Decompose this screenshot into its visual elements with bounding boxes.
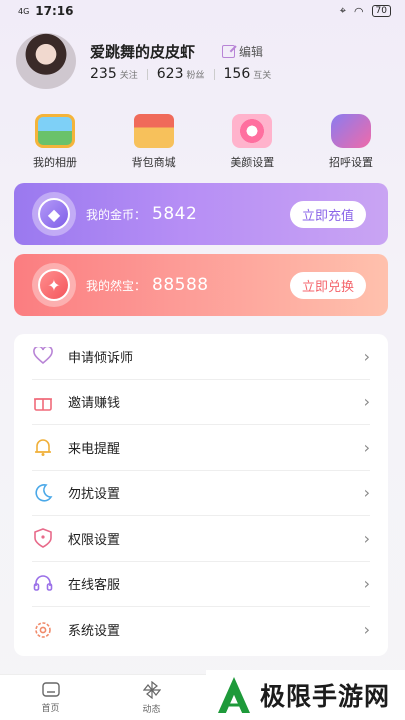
stat-fans-count: 623 bbox=[156, 66, 184, 82]
battery-indicator: 70 bbox=[371, 5, 391, 17]
watermark-text: 极限手游网 bbox=[260, 682, 391, 711]
heart-icon bbox=[32, 345, 54, 367]
menu-item-counselor[interactable]: 申请倾诉师 › bbox=[32, 334, 370, 380]
stat-following-label: 关注 bbox=[119, 71, 138, 81]
menu-label: 来电提醒 bbox=[68, 441, 121, 457]
bell-icon bbox=[32, 436, 54, 458]
pinwheel-icon bbox=[142, 680, 161, 699]
chevron-right-icon: › bbox=[363, 346, 370, 366]
menu-label: 申请倾诉师 bbox=[68, 350, 134, 366]
wifi-icon: ◠ bbox=[353, 4, 364, 18]
menu-item-do-not-disturb[interactable]: 勿扰设置 › bbox=[32, 471, 370, 516]
menu-label: 在线客服 bbox=[68, 578, 121, 594]
coin-badge: ◆ bbox=[32, 192, 76, 236]
chevron-right-icon: › bbox=[363, 528, 370, 548]
treasure-value: 88588 bbox=[152, 275, 209, 295]
tab-moments[interactable]: 动态 bbox=[101, 675, 202, 720]
moon-icon bbox=[32, 482, 54, 504]
tab-moments-label: 动态 bbox=[142, 704, 161, 715]
coins-value: 5842 bbox=[152, 204, 198, 224]
recharge-button[interactable]: 立即充值 bbox=[289, 200, 366, 228]
money-bag-icon: ✦ bbox=[38, 269, 70, 301]
stat-fans[interactable]: 623 粉丝 bbox=[157, 66, 205, 82]
profile-stats: 235 关注 623 粉丝 156 互关 bbox=[90, 66, 271, 82]
watermark-logo bbox=[218, 677, 250, 713]
photo-album-icon bbox=[35, 114, 75, 148]
chevron-right-icon: › bbox=[363, 437, 370, 457]
chat-bubble-icon bbox=[330, 114, 371, 148]
tab-home[interactable]: 首页 bbox=[0, 675, 101, 720]
chevron-right-icon: › bbox=[363, 574, 370, 594]
menu-label: 系统设置 bbox=[68, 624, 121, 640]
menu-label: 勿扰设置 bbox=[68, 487, 121, 503]
treasure-label: 我的然宝： bbox=[86, 278, 147, 293]
chevron-right-icon: › bbox=[363, 483, 370, 503]
menu-item-invite[interactable]: 邀请赚钱 › bbox=[32, 380, 370, 425]
status-bar: 4G 17:16 ⌖ ◠ 70 bbox=[0, 0, 405, 22]
divider bbox=[213, 68, 215, 80]
chevron-right-icon: › bbox=[363, 620, 370, 640]
nickname: 爱跳舞的皮皮虾 bbox=[90, 43, 196, 61]
home-icon bbox=[41, 681, 60, 697]
menu-item-permissions[interactable]: 权限设置 › bbox=[32, 516, 370, 562]
stat-mutual-label: 互关 bbox=[253, 71, 272, 81]
watermark: 极限手游网 bbox=[206, 670, 405, 720]
menu-item-system-settings[interactable]: 系统设置 › bbox=[32, 607, 370, 653]
quick-beauty[interactable]: 美颜设置 bbox=[211, 114, 293, 170]
quick-album[interactable]: 我的相册 bbox=[14, 114, 96, 170]
shop-icon bbox=[133, 114, 174, 148]
edit-icon bbox=[222, 45, 235, 58]
treasure-card: ✦ 我的然宝： 88588 立即兑换 bbox=[14, 254, 388, 316]
menu-label: 邀请赚钱 bbox=[68, 396, 121, 412]
settings-menu: 申请倾诉师 › 邀请赚钱 › 来电提醒 › 勿扰设置 › 权限设置 › 在线客服 bbox=[14, 334, 388, 656]
coins-label: 我的金币： bbox=[86, 207, 147, 222]
quick-actions: 我的相册 背包商城 美颜设置 招呼设置 bbox=[14, 114, 392, 170]
coins-card: ◆ 我的金币： 5842 立即充值 bbox=[14, 183, 388, 245]
menu-item-call-reminder[interactable]: 来电提醒 › bbox=[32, 425, 370, 471]
stat-mutual-count: 156 bbox=[223, 66, 251, 82]
gift-icon bbox=[32, 391, 54, 413]
menu-item-support[interactable]: 在线客服 › bbox=[32, 562, 370, 607]
menu-label: 权限设置 bbox=[68, 532, 121, 548]
quick-greet-label: 招呼设置 bbox=[328, 156, 373, 169]
stat-mutual[interactable]: 156 互关 bbox=[224, 66, 272, 82]
avatar[interactable] bbox=[16, 33, 76, 89]
location-icon: ⌖ bbox=[339, 4, 346, 17]
headset-icon bbox=[32, 573, 54, 595]
exchange-button[interactable]: 立即兑换 bbox=[289, 271, 366, 299]
treasure-badge: ✦ bbox=[32, 263, 76, 307]
stat-fans-label: 粉丝 bbox=[186, 71, 205, 81]
quick-mall-label: 背包商城 bbox=[131, 156, 176, 169]
coin-icon: ◆ bbox=[38, 198, 70, 230]
chevron-right-icon: › bbox=[363, 392, 370, 412]
quick-greet[interactable]: 招呼设置 bbox=[310, 114, 392, 170]
shield-icon bbox=[32, 527, 54, 549]
divider bbox=[146, 68, 148, 80]
gear-icon bbox=[32, 619, 54, 641]
tab-home-label: 首页 bbox=[41, 703, 60, 714]
quick-mall[interactable]: 背包商城 bbox=[113, 114, 195, 170]
network-label: 4G bbox=[18, 6, 30, 16]
edit-label: 编辑 bbox=[239, 45, 264, 59]
quick-beauty-label: 美颜设置 bbox=[230, 156, 275, 169]
beauty-flower-icon bbox=[232, 114, 273, 148]
status-time: 17:16 bbox=[35, 4, 74, 18]
edit-profile-button[interactable]: 编辑 bbox=[222, 43, 263, 60]
quick-album-label: 我的相册 bbox=[33, 156, 77, 169]
profile-header: 爱跳舞的皮皮虾 编辑 235 关注 623 粉丝 156 互关 bbox=[16, 33, 396, 89]
stat-following[interactable]: 235 关注 bbox=[90, 66, 138, 82]
stat-following-count: 235 bbox=[90, 66, 117, 82]
